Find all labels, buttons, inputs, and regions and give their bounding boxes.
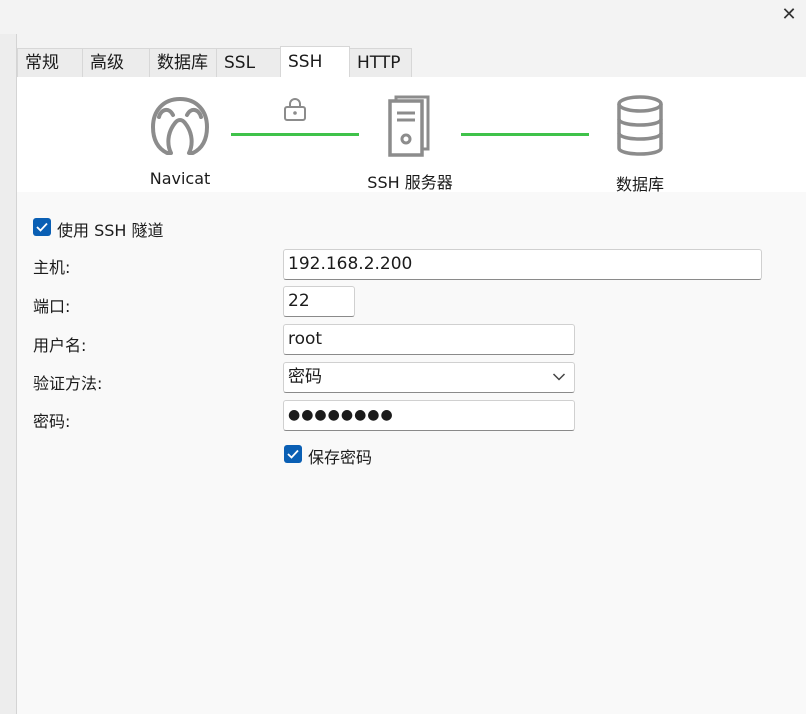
close-button[interactable]: ✕ (772, 0, 806, 30)
save-password-checkbox[interactable] (284, 445, 302, 463)
tab-ssl[interactable]: SSL (216, 48, 281, 77)
title-bar: ✕ (0, 0, 806, 34)
tab-http[interactable]: HTTP (349, 48, 412, 77)
ssh-settings-panel: Navicat SSH 服务器 数据库 使用 SSH 隧道 主机: 192.16… (17, 77, 806, 714)
chevron-down-icon (552, 373, 566, 381)
server-icon (388, 95, 430, 157)
use-ssh-tunnel-checkbox[interactable] (33, 218, 51, 236)
auth-method-select[interactable]: 密码 (283, 362, 575, 393)
tab-ssh[interactable]: SSH (280, 46, 350, 78)
use-ssh-tunnel-label: 使用 SSH 隧道 (57, 221, 164, 240)
tab-general[interactable]: 常规 (17, 48, 83, 77)
auth-method-value: 密码 (288, 367, 322, 387)
checkmark-icon (36, 222, 48, 232)
host-label: 主机: (33, 258, 71, 277)
diagram-client-label: Navicat (149, 169, 211, 188)
checkmark-icon (287, 449, 299, 459)
username-input[interactable]: root (283, 324, 575, 355)
tab-bar: 常规 高级 数据库 SSL SSH HTTP (17, 46, 806, 78)
close-icon: ✕ (781, 4, 797, 25)
tab-advanced[interactable]: 高级 (82, 48, 150, 77)
database-icon (617, 95, 663, 156)
diagram-database-label: 数据库 (615, 175, 664, 194)
password-label: 密码: (33, 412, 71, 431)
diagram-server-label: SSH 服务器 (367, 173, 453, 192)
port-input[interactable]: 22 (283, 286, 355, 317)
left-panel-edge (0, 34, 17, 714)
username-label: 用户名: (33, 336, 87, 355)
port-label: 端口: (33, 297, 71, 316)
host-input[interactable]: 192.168.2.200 (283, 249, 762, 280)
connection-diagram: Navicat SSH 服务器 数据库 (17, 77, 806, 194)
save-password-label: 保存密码 (308, 448, 373, 467)
tab-database[interactable]: 数据库 (149, 48, 217, 77)
navicat-logo-icon (151, 97, 209, 155)
lock-icon (284, 98, 306, 121)
connection-line-right (461, 133, 589, 136)
password-input[interactable]: ●●●●●●●● (283, 400, 575, 431)
auth-method-label: 验证方法: (33, 374, 103, 393)
connection-line-left (231, 133, 359, 136)
